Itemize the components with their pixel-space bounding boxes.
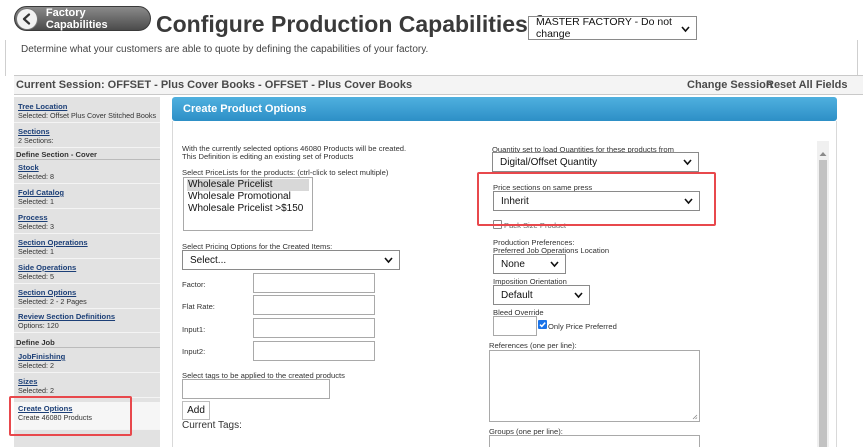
pricelists-label: Select PriceLists for the products: (ctr…	[182, 168, 389, 177]
sidebar-item-label[interactable]: Section Operations	[18, 238, 160, 247]
sidebar-item-review-section-definitions[interactable]: Review Section Definitions Options: 120	[14, 310, 160, 333]
chevron-down-icon	[384, 256, 393, 267]
sidebar-item-sub: Selected: 5	[18, 272, 54, 281]
input1-label: Input1:	[182, 325, 206, 334]
resize-grip-icon[interactable]	[692, 414, 698, 420]
quantity-set-value: Digital/Offset Quantity	[500, 156, 598, 168]
current-session-text: Current Session: OFFSET - Plus Cover Boo…	[16, 79, 413, 91]
header-panel-edge-right	[848, 40, 858, 76]
sidebar-item-label[interactable]: Sections	[18, 127, 160, 136]
header-panel-edge-left	[5, 40, 15, 76]
factor-label: Factor:	[182, 280, 206, 289]
current-tags-label: Current Tags:	[182, 420, 242, 431]
sidebar-item-tree-location[interactable]: Tree Location Selected: Offset Plus Cove…	[14, 100, 160, 123]
pricing-options-select[interactable]: Select...	[182, 250, 400, 270]
flat-rate-label: Flat Rate:	[182, 302, 215, 311]
sidebar-item-label[interactable]: Side Operations	[18, 263, 160, 272]
sidebar-item-label[interactable]: Sizes	[18, 377, 160, 386]
highlight-create-options	[9, 396, 132, 436]
checkmark-icon	[539, 322, 546, 328]
sidebar-item-sub: Selected: 2 - 2 Pages	[18, 297, 87, 306]
list-item[interactable]: Wholesale Pricelist	[187, 179, 309, 191]
sidebar-item-sub: Selected: 8	[18, 172, 54, 181]
sidebar-item-process[interactable]: Process Selected: 3	[14, 211, 160, 234]
flat-rate-input[interactable]	[253, 295, 375, 315]
reset-all-fields-link[interactable]: Reset All Fields	[766, 79, 848, 91]
imposition-orientation-select[interactable]: Default	[493, 285, 590, 305]
tags-input[interactable]	[182, 379, 330, 399]
add-tag-button[interactable]: Add	[182, 401, 210, 420]
sidebar-item-sub: Options: 120	[18, 321, 59, 330]
session-bar: Current Session: OFFSET - Plus Cover Boo…	[14, 75, 863, 95]
pricelists-listbox[interactable]: Wholesale Pricelist Wholesale Promotiona…	[183, 177, 313, 231]
list-item[interactable]: Wholesale Promotional	[187, 191, 309, 203]
sidebar-heading-define-job: Define Job	[14, 337, 160, 348]
page-subtitle: Determine what your customers are able t…	[21, 44, 429, 55]
sidebar-item-label[interactable]: Stock	[18, 163, 160, 172]
pricing-options-value: Select...	[190, 254, 227, 266]
quantity-set-select[interactable]: Digital/Offset Quantity	[492, 152, 699, 172]
factory-capabilities-back-button[interactable]: Factory Capabilities	[14, 6, 151, 31]
create-product-options-header: Create Product Options	[172, 97, 837, 121]
sidebar-item-section-options[interactable]: Section Options Selected: 2 - 2 Pages	[14, 286, 160, 309]
input1-field[interactable]	[253, 318, 375, 338]
intro-line-2: This Definition is editing an existing s…	[182, 152, 354, 161]
sidebar-item-label[interactable]: Section Options	[18, 288, 160, 297]
sidebar-item-label[interactable]: Process	[18, 213, 160, 222]
sidebar-item-sub: Selected: Offset Plus Cover Stitched Boo…	[18, 111, 157, 120]
input2-label: Input2:	[182, 347, 206, 356]
chevron-down-icon	[550, 260, 559, 271]
only-price-preferred-checkbox[interactable]	[538, 320, 547, 329]
sidebar-heading-define-cover: Define Section - Cover	[14, 149, 160, 160]
sidebar-item-label[interactable]: Fold Catalog	[18, 188, 160, 197]
imposition-orientation-value: Default	[501, 289, 533, 301]
groups-textarea[interactable]	[489, 435, 700, 447]
sidebar-item-label[interactable]: JobFinishing	[18, 352, 160, 361]
chevron-down-icon	[683, 158, 692, 169]
back-button-label: Factory Capabilities	[45, 6, 108, 31]
factor-input[interactable]	[253, 273, 375, 293]
change-session-link[interactable]: Change Session	[687, 79, 773, 91]
references-textarea[interactable]	[489, 350, 700, 422]
sidebar-item-stock[interactable]: Stock Selected: 8	[14, 161, 160, 184]
sidebar-item-sub: Selected: 1	[18, 197, 54, 206]
sidebar-item-sections[interactable]: Sections 2 Sections:	[14, 125, 160, 148]
highlight-price-sections	[477, 172, 716, 226]
sidebar: Tree Location Selected: Offset Plus Cove…	[14, 97, 160, 447]
list-item[interactable]: Wholesale Pricelist >$150	[187, 203, 309, 215]
scroll-up-arrow-icon[interactable]	[819, 144, 827, 162]
input2-field[interactable]	[253, 341, 375, 361]
factory-select[interactable]: MASTER FACTORY - Do not change	[528, 16, 697, 40]
sidebar-item-sub: Selected: 2	[18, 386, 54, 395]
sidebar-item-job-finishing[interactable]: JobFinishing Selected: 2	[14, 350, 160, 373]
job-operations-location-select[interactable]: None	[493, 254, 566, 274]
only-price-preferred-label: Only Price Preferred	[548, 322, 617, 331]
sidebar-item-fold-catalog[interactable]: Fold Catalog Selected: 1	[14, 186, 160, 209]
job-operations-location-value: None	[501, 258, 525, 270]
factory-select-value: MASTER FACTORY - Do not change	[536, 16, 672, 40]
sidebar-item-side-operations[interactable]: Side Operations Selected: 5	[14, 261, 160, 284]
sidebar-item-sizes[interactable]: Sizes Selected: 2	[14, 375, 160, 398]
back-arrow-icon	[16, 7, 38, 30]
chevron-down-icon	[681, 24, 690, 36]
sidebar-item-sub: 2 Sections:	[18, 136, 54, 145]
sidebar-item-sub: Selected: 1	[18, 247, 54, 256]
bleed-override-input[interactable]	[493, 316, 537, 336]
sidebar-item-label[interactable]: Review Section Definitions	[18, 312, 160, 321]
references-label: References (one per line):	[489, 341, 577, 350]
sidebar-item-sub: Selected: 2	[18, 361, 54, 370]
chevron-down-icon	[574, 291, 583, 302]
sidebar-item-label[interactable]: Tree Location	[18, 102, 160, 111]
main-scrollbar-thumb[interactable]	[819, 160, 827, 447]
page-title: Configure Production Capabilities for	[156, 11, 565, 37]
sidebar-item-sub: Selected: 3	[18, 222, 54, 231]
sidebar-item-section-operations[interactable]: Section Operations Selected: 1	[14, 236, 160, 259]
